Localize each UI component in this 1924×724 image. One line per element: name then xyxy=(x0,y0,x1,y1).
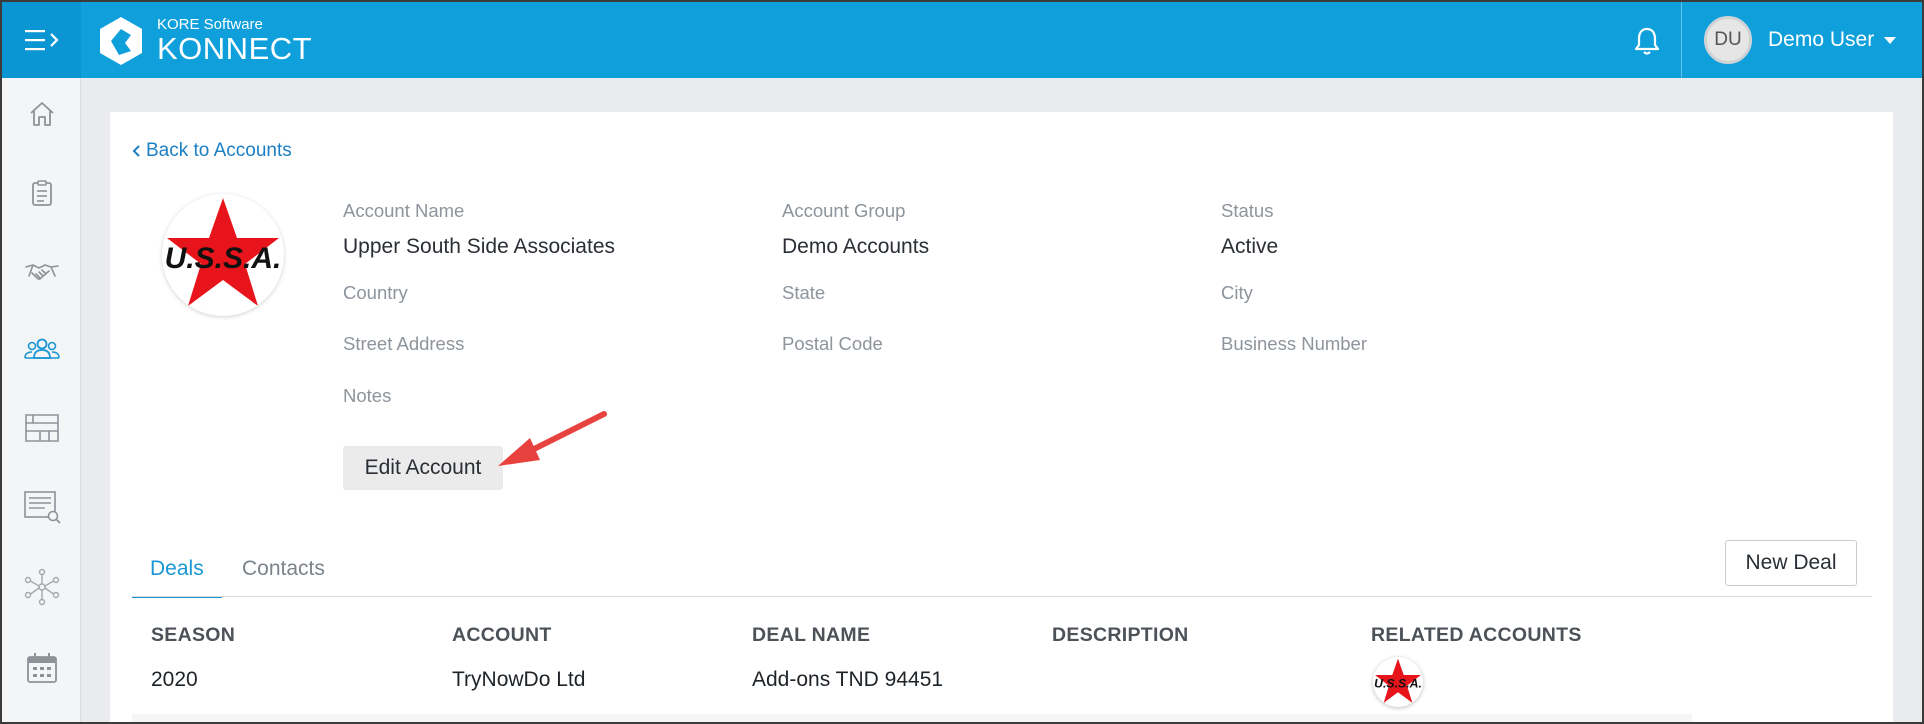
menu-expand-icon xyxy=(24,30,59,51)
column-header-season[interactable]: SEASON xyxy=(151,624,235,647)
divider xyxy=(1681,2,1682,78)
user-menu[interactable]: DU Demo User xyxy=(1704,16,1897,64)
sidebar-item-tasks[interactable] xyxy=(22,173,62,213)
people-icon xyxy=(24,338,60,359)
street-address-label: Street Address xyxy=(343,333,465,354)
calendar-icon xyxy=(27,653,57,683)
brand[interactable]: KORE Software KONNECT xyxy=(95,16,312,66)
sidebar-item-calendar[interactable] xyxy=(22,648,62,688)
sidebar-item-home[interactable] xyxy=(22,94,62,134)
tabs-divider xyxy=(132,596,1872,597)
status-value: Active xyxy=(1221,235,1279,258)
sidebar-item-deals[interactable] xyxy=(22,251,62,291)
account-group-value: Demo Accounts xyxy=(782,235,930,258)
related-account-logo[interactable]: U.S.S.A. xyxy=(1373,657,1423,707)
back-link-label: Back to Accounts xyxy=(146,140,292,161)
column-header-related-accounts[interactable]: RELATED ACCOUNTS xyxy=(1371,624,1582,647)
account-name-value: Upper South Side Associates xyxy=(343,235,615,258)
account-logo: U.S.S.A. xyxy=(162,194,284,316)
country-label: Country xyxy=(343,282,408,303)
sidebar-item-reports[interactable] xyxy=(22,487,62,527)
menu-toggle-button[interactable] xyxy=(2,2,81,78)
column-header-account[interactable]: ACCOUNT xyxy=(452,624,552,647)
cell-account[interactable]: TryNowDo Ltd xyxy=(452,668,585,692)
column-header-description[interactable]: DESCRIPTION xyxy=(1052,624,1189,647)
kore-logo-icon xyxy=(100,17,142,65)
avatar: DU xyxy=(1704,16,1752,64)
app-frame: KORE Software KONNECT DU Demo User Back … xyxy=(0,0,1924,724)
related-logo-text: U.S.S.A. xyxy=(1374,676,1422,690)
chevron-left-icon xyxy=(132,145,140,157)
sidebar xyxy=(2,78,81,722)
new-deal-button[interactable]: New Deal xyxy=(1725,540,1857,586)
business-number-label: Business Number xyxy=(1221,333,1368,354)
brand-title: KONNECT xyxy=(157,31,313,66)
sidebar-item-accounts[interactable] xyxy=(22,329,62,369)
top-bar: KORE Software KONNECT DU Demo User xyxy=(2,2,1922,78)
notifications-button[interactable] xyxy=(1630,24,1664,58)
edit-account-button[interactable]: Edit Account xyxy=(343,446,503,490)
report-search-icon xyxy=(24,491,61,524)
clipboard-icon xyxy=(32,180,52,206)
account-group-label: Account Group xyxy=(782,200,906,221)
state-label: State xyxy=(782,282,826,303)
handshake-icon xyxy=(25,264,59,280)
city-label: City xyxy=(1221,282,1253,303)
sidebar-item-network[interactable] xyxy=(22,567,62,607)
table-row-next xyxy=(132,714,1692,722)
tab-contacts[interactable]: Contacts xyxy=(224,548,343,598)
notes-label: Notes xyxy=(343,385,392,406)
cell-deal-name[interactable]: Add-ons TND 94451 xyxy=(752,668,943,692)
inventory-icon xyxy=(25,414,59,442)
tab-deals[interactable]: Deals xyxy=(132,548,222,598)
column-header-deal-name[interactable]: DEAL NAME xyxy=(752,624,870,647)
network-icon xyxy=(24,568,60,606)
account-name-label: Account Name xyxy=(343,200,465,221)
home-icon xyxy=(30,102,54,126)
bell-icon xyxy=(1634,27,1660,55)
postal-code-label: Postal Code xyxy=(782,333,883,354)
cell-season[interactable]: 2020 xyxy=(151,668,198,692)
chevron-down-icon xyxy=(1884,36,1897,44)
back-to-accounts-link[interactable]: Back to Accounts xyxy=(132,140,292,162)
callout-arrow-icon xyxy=(498,411,607,466)
account-detail-card: Back to Accounts U.S.S.A. Account Name U… xyxy=(110,112,1893,722)
sidebar-item-inventory[interactable] xyxy=(22,407,62,447)
user-name: Demo User xyxy=(1768,28,1875,51)
account-logo-text: U.S.S.A. xyxy=(165,242,282,275)
status-label: Status xyxy=(1221,200,1274,221)
